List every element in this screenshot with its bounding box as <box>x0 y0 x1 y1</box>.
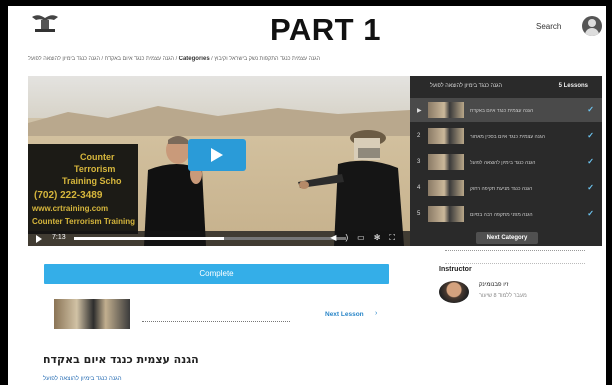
sign-line: Terrorism <box>74 164 116 174</box>
next-category-button[interactable]: Next Category <box>476 232 538 244</box>
breadcrumb: הגנה עצמית כנגד איום באקדח / הגנה כנגד ב… <box>28 56 578 62</box>
header: PART 1 Search <box>8 6 606 48</box>
lessons-count: 5 Lessons <box>558 83 588 89</box>
lesson-number: 5 <box>417 211 421 217</box>
lesson-item[interactable]: 3 הגנה כנגד בימיון להוצאה לפועל ✓ <box>410 150 602 174</box>
volume-icon[interactable]: ◀) <box>330 233 357 242</box>
lesson-thumbnail <box>428 128 464 144</box>
current-lesson-icon: ▶ <box>417 108 422 114</box>
lessons-header: הגנה כנגד בימיון להוצאה לפועל 5 Lessons <box>410 76 602 96</box>
lesson-title: הגנה עצמית כנגד איום בסכין מאחור <box>470 134 545 140</box>
lesson-item[interactable]: 4 הגנה כנגד מניעת תקיפה רחוק ✓ <box>410 176 602 200</box>
training-sign: Counter Terrorism Training Scho (702) 22… <box>28 144 138 234</box>
lesson-item[interactable]: ▶ הגנה עצמית כנגד איום באקדח ✓ <box>410 98 602 122</box>
page: PART 1 Search הגנה עצמית כנגד איום באקדח… <box>8 6 606 385</box>
control-icons: ◀)▭✻⛶ <box>330 233 404 243</box>
check-icon: ✓ <box>587 131 594 140</box>
lesson-item[interactable]: 5 הגנה מפני מתקפה רבה בסיום ✓ <box>410 202 602 226</box>
lessons-title: הגנה כנגד בימיון להוצאה לפועל <box>430 83 502 89</box>
emblem-logo-icon[interactable] <box>30 11 60 33</box>
sign-line: (702) 222-3489 <box>34 190 103 201</box>
closed-captions-icon[interactable]: ▭ <box>357 233 374 242</box>
lesson-number: 2 <box>417 133 421 139</box>
check-icon: ✓ <box>587 183 594 192</box>
lesson-title: הגנה כנגד מניעת תקיפה רחוק <box>470 186 533 192</box>
control-play-icon[interactable] <box>36 235 42 243</box>
course-category-link[interactable]: הגנה כנגד בימיון להוצאה לפועל <box>43 376 122 382</box>
lesson-item[interactable]: 2 הגנה עצמית כנגד איום בסכין מאחור ✓ <box>410 124 602 148</box>
lesson-number: 3 <box>417 159 421 165</box>
user-avatar-icon[interactable] <box>582 16 602 36</box>
check-icon: ✓ <box>587 157 594 166</box>
breadcrumb-lesson[interactable]: הגנה עצמית כנגד איום באקדח / הגנה כנגד ב… <box>28 56 179 62</box>
video-controls: 7:13 ◀)▭✻⛶ <box>28 231 410 246</box>
instructor-divider <box>445 250 585 264</box>
course-title: הגנה עצמית כנגד איום באקדח <box>43 353 199 366</box>
sign-line: Training Scho <box>62 176 122 186</box>
lessons-sidebar: הגנה כנגד בימיון להוצאה לפועל 5 Lessons … <box>410 76 602 246</box>
check-icon: ✓ <box>587 209 594 218</box>
attacker-figure <box>298 130 404 246</box>
lesson-thumbnail <box>428 102 464 118</box>
progress-fill <box>74 237 224 240</box>
lesson-thumbnail <box>428 180 464 196</box>
progress-track[interactable] <box>74 237 346 240</box>
lesson-thumbnail <box>428 154 464 170</box>
lesson-number: 4 <box>417 185 421 191</box>
next-lesson-thumbnail[interactable] <box>54 299 130 329</box>
chevron-right-icon[interactable]: › <box>375 310 377 317</box>
settings-icon[interactable]: ✻ <box>374 233 390 242</box>
instructor-avatar[interactable] <box>439 281 469 303</box>
sign-line: www.crtraining.com <box>32 204 109 213</box>
breadcrumb-categories[interactable]: Categories <box>179 56 210 62</box>
fullscreen-icon[interactable]: ⛶ <box>389 233 404 242</box>
search-link[interactable]: Search <box>536 22 561 31</box>
check-icon: ✓ <box>587 105 594 114</box>
instructor-name[interactable]: זיו פבנומינק <box>479 282 508 288</box>
next-lesson-link[interactable]: Next Lesson <box>325 311 364 318</box>
video-player[interactable]: Counter Terrorism Training Scho (702) 22… <box>28 76 410 246</box>
lesson-title: הגנה כנגד בימיון להוצאה לפועל <box>470 160 536 166</box>
current-time: 7:13 <box>52 234 66 241</box>
instructor-subtitle: מעבר ללמוד 8 שיעור <box>479 293 527 299</box>
sign-line: Counter <box>80 152 115 162</box>
play-icon[interactable] <box>188 139 246 171</box>
instructor-label: Instructor <box>439 266 472 273</box>
breadcrumb-category[interactable]: / הגנה עצמית כנגד התקפות נשק בישראל וקיב… <box>210 56 320 62</box>
lesson-thumbnail <box>428 206 464 222</box>
lesson-title: הגנה מפני מתקפה רבה בסיום <box>470 212 533 218</box>
sign-line: Counter Terrorism Training <box>32 217 135 226</box>
next-lesson-divider <box>142 321 290 322</box>
complete-button[interactable]: Complete <box>44 264 389 284</box>
lesson-title: הגנה עצמית כנגד איום באקדח <box>470 108 534 114</box>
part-banner: PART 1 <box>270 12 381 47</box>
